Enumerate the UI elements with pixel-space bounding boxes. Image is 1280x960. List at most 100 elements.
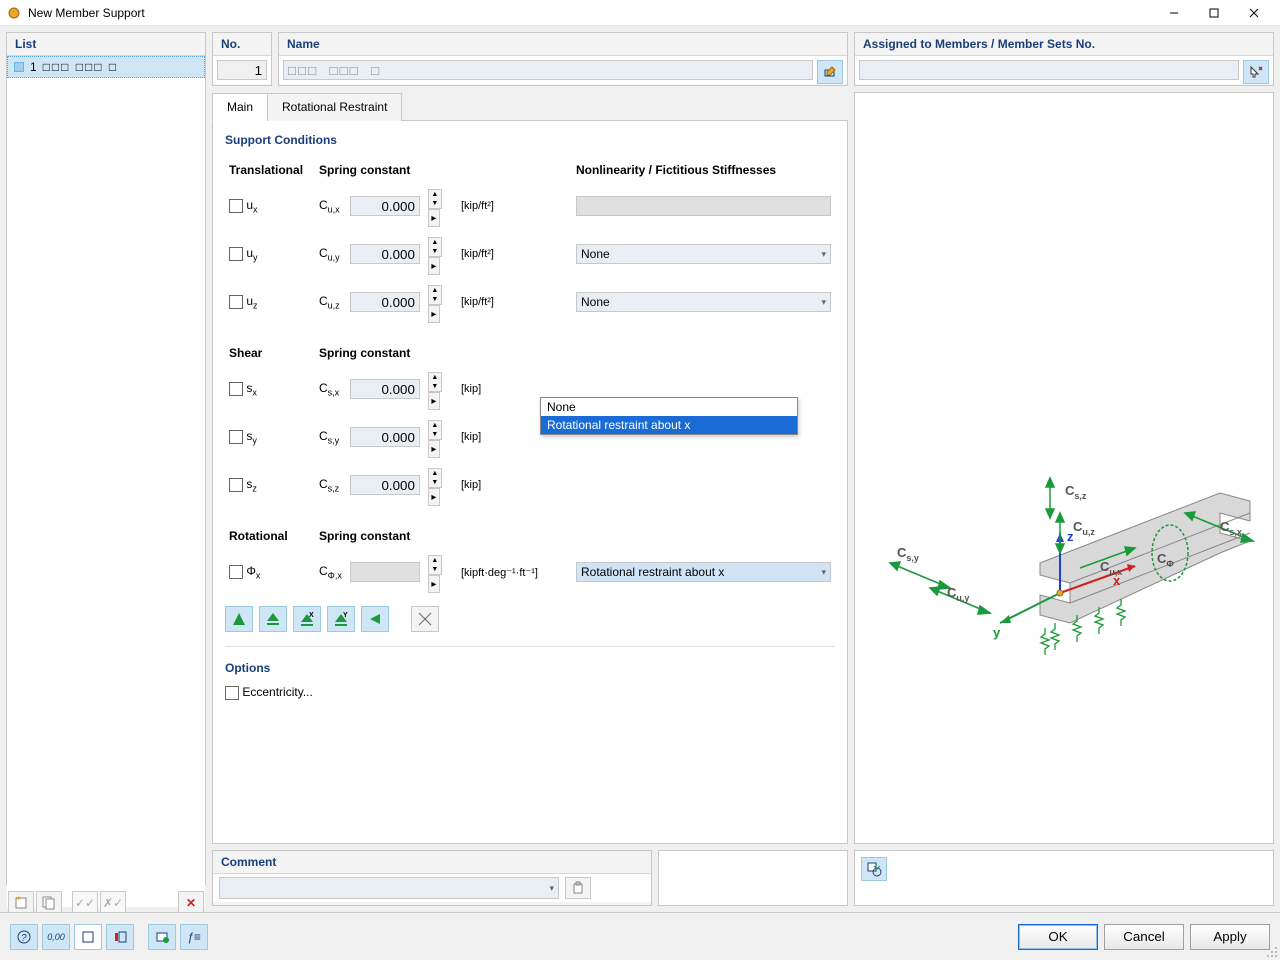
support-btn-5[interactable] [361, 606, 389, 632]
uz-nonlin-select[interactable]: None▾ [576, 292, 831, 312]
support-btn-2[interactable] [259, 606, 287, 632]
shear-label: Shear [225, 340, 315, 365]
list-head: List [7, 33, 205, 56]
diagram-settings-button[interactable] [861, 857, 887, 881]
ok-button[interactable]: OK [1018, 924, 1098, 950]
pick-members-button[interactable] [1243, 60, 1269, 84]
view-button-2[interactable] [106, 924, 134, 950]
apply-button[interactable]: Apply [1190, 924, 1270, 950]
phix-checkbox[interactable] [229, 565, 243, 579]
uy-nonlin-select[interactable]: None▾ [576, 244, 831, 264]
app-icon [6, 5, 22, 21]
support-type-buttons: X Y [225, 606, 835, 632]
diagram-toolbar [854, 850, 1274, 906]
svg-text:?: ? [21, 933, 27, 944]
comment-panel: Comment ▾ [212, 850, 652, 906]
rotational-label: Rotational [225, 523, 315, 548]
Cux-label: Cu,x [319, 198, 340, 212]
list-item[interactable]: 1 □□□ □□□ □ [7, 56, 205, 78]
options-head: Options [225, 661, 835, 675]
list-item-label: □□□ □□□ □ [43, 60, 118, 74]
comment-extra-panel [658, 850, 848, 906]
svg-text:Y: Y [343, 612, 348, 619]
uy-checkbox[interactable] [229, 247, 243, 261]
name-panel: Name [278, 32, 848, 86]
dd-option-none[interactable]: None [541, 398, 797, 416]
translational-label: Translational [225, 157, 315, 182]
Cuz-pick[interactable]: ▸ [428, 305, 440, 323]
support-btn-free[interactable] [411, 606, 439, 632]
support-head: Support Conditions [225, 133, 835, 147]
Cuz-input[interactable] [350, 292, 420, 312]
support-btn-3[interactable]: X [293, 606, 321, 632]
close-button[interactable] [1234, 1, 1274, 25]
assigned-input[interactable] [859, 60, 1239, 80]
comment-head: Comment [213, 851, 651, 874]
nonlin-label: Nonlinearity / Fictitious Stiffnesses [572, 157, 835, 182]
phix-nonlin-select[interactable]: Rotational restraint about x▾ [576, 562, 831, 582]
support-btn-4[interactable]: Y [327, 606, 355, 632]
window-title: New Member Support [28, 6, 1154, 20]
Cuy-spinner[interactable]: ▲▼ [428, 237, 442, 257]
svg-text:Cs,y: Cs,y [897, 545, 919, 563]
Cuz-spinner[interactable]: ▲▼ [428, 285, 442, 305]
comment-paste-button[interactable] [565, 877, 591, 899]
titlebar: New Member Support [0, 0, 1280, 26]
ux-nonlin-select [576, 196, 831, 216]
cancel-button[interactable]: Cancel [1104, 924, 1184, 950]
uz-checkbox[interactable] [229, 295, 243, 309]
phix-nonlin-dropdown[interactable]: None Rotational restraint about x [540, 397, 798, 435]
Cphix-input [350, 562, 420, 582]
footer: ? 0,00 ƒ≡ OK Cancel Apply [0, 912, 1280, 960]
support-btn-1[interactable] [225, 606, 253, 632]
view-button-1[interactable] [74, 924, 102, 950]
no-head: No. [213, 33, 271, 56]
svg-text:X: X [309, 612, 314, 619]
tabs: Main Rotational Restraint [212, 92, 848, 121]
info-button[interactable] [148, 924, 176, 950]
sx-checkbox[interactable] [229, 382, 243, 396]
Csy-input[interactable] [350, 427, 420, 447]
main-tab-page: Support Conditions Translational Spring … [212, 121, 848, 844]
list-item-no: 1 [30, 60, 37, 74]
Cux-spinner[interactable]: ▲▼ [428, 189, 442, 209]
Cux-pick[interactable]: ▸ [428, 209, 440, 227]
sz-checkbox[interactable] [229, 478, 243, 492]
Cux-input[interactable] [350, 196, 420, 216]
list-item-icon [14, 62, 24, 72]
eccentricity-checkbox[interactable] [225, 686, 239, 700]
comment-combo[interactable]: ▾ [219, 877, 559, 899]
no-panel: No. [212, 32, 272, 86]
help-button[interactable]: ? [10, 924, 38, 950]
edit-name-button[interactable] [817, 60, 843, 84]
svg-text:Cu,z: Cu,z [1073, 519, 1095, 537]
maximize-button[interactable] [1194, 1, 1234, 25]
assigned-head: Assigned to Members / Member Sets No. [855, 33, 1273, 56]
svg-text:Cu,y: Cu,y [947, 585, 969, 603]
tab-main[interactable]: Main [212, 93, 268, 121]
minimize-button[interactable] [1154, 1, 1194, 25]
assigned-panel: Assigned to Members / Member Sets No. [854, 32, 1274, 86]
Csx-input[interactable] [350, 379, 420, 399]
spring-label-1: Spring constant [315, 157, 542, 182]
name-head: Name [279, 33, 847, 56]
Csz-input[interactable] [350, 475, 420, 495]
list-panel: List 1 □□□ □□□ □ [6, 32, 206, 885]
eccentricity-label: Eccentricity... [242, 685, 312, 699]
units-button[interactable]: 0,00 [42, 924, 70, 950]
tab-rotational[interactable]: Rotational Restraint [267, 93, 402, 121]
resize-grip-icon[interactable] [1265, 945, 1279, 959]
fx-button[interactable]: ƒ≡ [180, 924, 208, 950]
no-input[interactable] [217, 60, 267, 80]
Cuy-input[interactable] [350, 244, 420, 264]
Cuy-pick[interactable]: ▸ [428, 257, 440, 275]
name-input[interactable] [283, 60, 813, 80]
svg-text:y: y [993, 625, 1001, 640]
svg-text:Cs,z: Cs,z [1065, 483, 1087, 501]
sy-checkbox[interactable] [229, 430, 243, 444]
svg-text:✶: ✶ [15, 896, 22, 903]
diagram-view: x y z [854, 92, 1274, 844]
dd-option-rot[interactable]: Rotational restraint about x [541, 416, 797, 434]
Cux-unit: [kip/ft²] [457, 182, 542, 230]
ux-checkbox[interactable] [229, 199, 243, 213]
